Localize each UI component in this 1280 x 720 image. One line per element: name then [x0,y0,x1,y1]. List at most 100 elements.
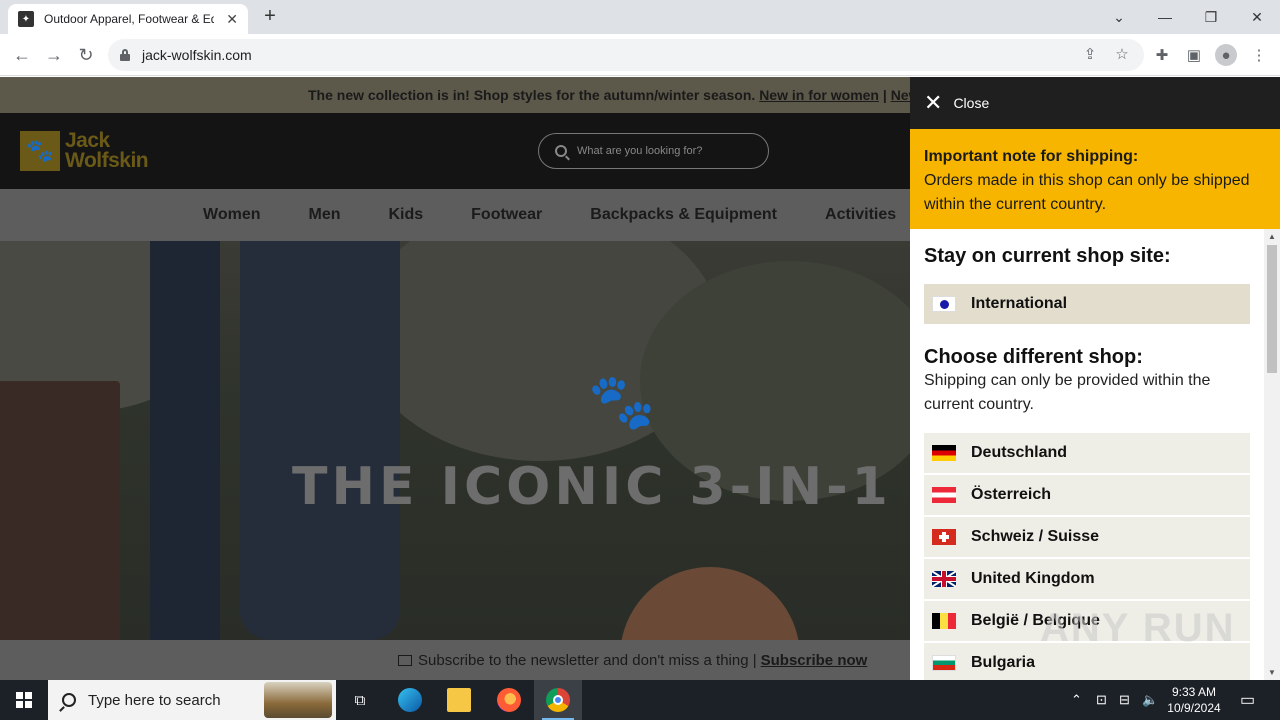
envelope-icon [398,654,412,666]
share-icon[interactable]: ⇪ [1080,44,1100,64]
restore-button[interactable]: ❐ [1188,0,1234,34]
promo-banner: The new collection is in! Shop styles fo… [0,77,910,113]
minimize-button[interactable]: — [1142,0,1188,34]
nav-item-activities[interactable]: Activities [825,206,896,224]
nav-item-kids[interactable]: Kids [388,206,423,224]
new-tab-button[interactable]: + [258,4,282,28]
stay-title: Stay on current shop site: [924,245,1171,267]
newsletter-text: Subscribe to the newsletter and don't mi… [418,651,757,669]
profile-avatar-icon[interactable]: ● [1215,44,1237,66]
tab-close-icon[interactable]: ✕ [226,11,238,28]
nav-item-backpacks[interactable]: Backpacks & Equipment [590,206,777,224]
subscribe-link[interactable]: Subscribe now [761,652,868,669]
tray-app-icon[interactable]: ⊡ [1096,692,1107,708]
promo-text: The new collection is in! Shop styles fo… [308,87,756,103]
country-label: Österreich [971,486,1052,503]
country-label: Deutschland [971,444,1068,461]
hero-brick-wall [0,381,120,640]
close-button[interactable]: Close [953,95,989,111]
current-shop-international[interactable]: International [924,284,1250,324]
site-search[interactable] [538,133,769,169]
clock-date: 10/9/2024 [1167,701,1221,715]
promo-separator: | [882,87,887,103]
browser-tabbar: ✦ Outdoor Apparel, Footwear & Equipment … [0,0,1280,34]
country-label: Schweiz / Suisse [971,528,1100,545]
promo-link-women[interactable]: New in for women [759,87,879,103]
belgium-flag-icon [932,613,956,629]
chrome-taskbar-button[interactable] [534,680,582,720]
firefox-icon[interactable] [497,688,521,712]
edge-icon[interactable] [398,688,422,712]
newsletter-bar: Subscribe to the newsletter and don't mi… [0,640,910,680]
shipping-notice-title: Important note for shipping: [924,148,1139,165]
panel-scrollbar[interactable]: ▲ ▼ [1264,229,1280,680]
tab-search-chevron-icon[interactable]: ⌄ [1096,0,1142,34]
nav-item-women[interactable]: Women [203,206,260,224]
forward-arrow-icon[interactable]: → [41,42,67,68]
uk-flag-icon [932,571,956,587]
shipping-notice-body: Orders made in this shop can only be shi… [924,172,1250,213]
search-icon [62,693,76,707]
paw-logo-icon: 🐾 [20,131,60,171]
scroll-down-arrow-icon[interactable]: ▼ [1268,668,1276,677]
choose-title: Choose different shop: [924,346,1143,368]
country-selector-panel: ✕ Close Important note for shipping: Ord… [910,77,1280,680]
country-label: United Kingdom [971,570,1095,587]
search-icon [555,145,567,157]
nav-item-men[interactable]: Men [308,206,340,224]
hero-basketball [620,567,800,640]
country-item-osterreich[interactable]: Österreich [924,475,1250,515]
windows-taskbar: Type here to search ⧉ ⌃ ⊡ ⊟ 🔈 9:33 AM 10… [0,680,1280,720]
close-icon[interactable]: ✕ [924,92,942,114]
window-close-button[interactable]: ✕ [1234,0,1280,34]
extensions-puzzle-icon[interactable]: ✚ [1151,44,1173,66]
address-bar[interactable]: jack-wolfskin.com [108,39,1144,71]
nav-item-footwear[interactable]: Footwear [471,206,542,224]
taskbar-clock[interactable]: 9:33 AM 10/9/2024 [1160,684,1228,716]
hero-banner[interactable]: 🐾 THE ICONIC 3-IN-1 JACKET [0,241,910,640]
search-highlight-ship-icon[interactable] [264,682,332,718]
jack-wolfskin-logo[interactable]: 🐾 Jack Wolfskin [20,130,149,172]
lock-icon [120,49,130,61]
reload-icon[interactable]: ↻ [73,42,99,68]
hero-person-leg [240,241,400,640]
file-explorer-icon[interactable] [447,688,471,712]
panel-header: ✕ Close [910,77,1280,129]
scroll-up-arrow-icon[interactable]: ▲ [1268,232,1276,241]
country-item-united-kingdom[interactable]: United Kingdom [924,559,1250,599]
clock-time: 9:33 AM [1171,685,1217,699]
main-navigation: Women Men Kids Footwear Backpacks & Equi… [0,189,910,241]
bulgaria-flag-icon [932,655,956,671]
volume-icon[interactable]: 🔈 [1142,692,1158,708]
international-flag-icon [932,296,956,312]
notifications-icon[interactable]: ▭ [1240,690,1255,710]
back-arrow-icon[interactable]: ← [9,42,35,68]
logo-line2: Wolfskin [65,149,149,172]
browser-tab[interactable]: ✦ Outdoor Apparel, Footwear & Equipment … [8,4,248,34]
anyrun-watermark: ANY RUN [1040,606,1236,650]
start-button[interactable] [0,680,48,720]
site-favicon-icon: ✦ [18,11,34,27]
promo-link-more[interactable]: New in f [891,87,910,103]
hero-person-leg [150,241,220,640]
logo-wordmark: Jack Wolfskin [65,130,149,172]
country-item-deutschland[interactable]: Deutschland [924,433,1250,473]
taskbar-search-placeholder: Type here to search [88,691,221,709]
tray-chevron-up-icon[interactable]: ⌃ [1071,692,1082,708]
bookmark-star-icon[interactable]: ☆ [1112,44,1132,64]
task-view-icon[interactable]: ⧉ [348,688,372,712]
paw-brand-icon: 🐾 [588,372,656,432]
menu-kebab-icon[interactable]: ⋮ [1248,44,1270,66]
chrome-icon [546,688,570,712]
site-header: 🐾 Jack Wolfskin [0,113,910,189]
germany-flag-icon [932,445,956,461]
network-icon[interactable]: ⊟ [1119,692,1130,708]
country-label: International [971,295,1068,312]
website-viewport: The new collection is in! Shop styles fo… [0,77,910,680]
scrollbar-thumb[interactable] [1267,245,1277,373]
shipping-notice: Important note for shipping: Orders made… [910,129,1280,229]
site-search-input[interactable] [577,145,757,157]
side-panel-icon[interactable]: ▣ [1183,44,1205,66]
country-item-schweiz[interactable]: Schweiz / Suisse [924,517,1250,557]
switzerland-flag-icon [932,529,956,545]
